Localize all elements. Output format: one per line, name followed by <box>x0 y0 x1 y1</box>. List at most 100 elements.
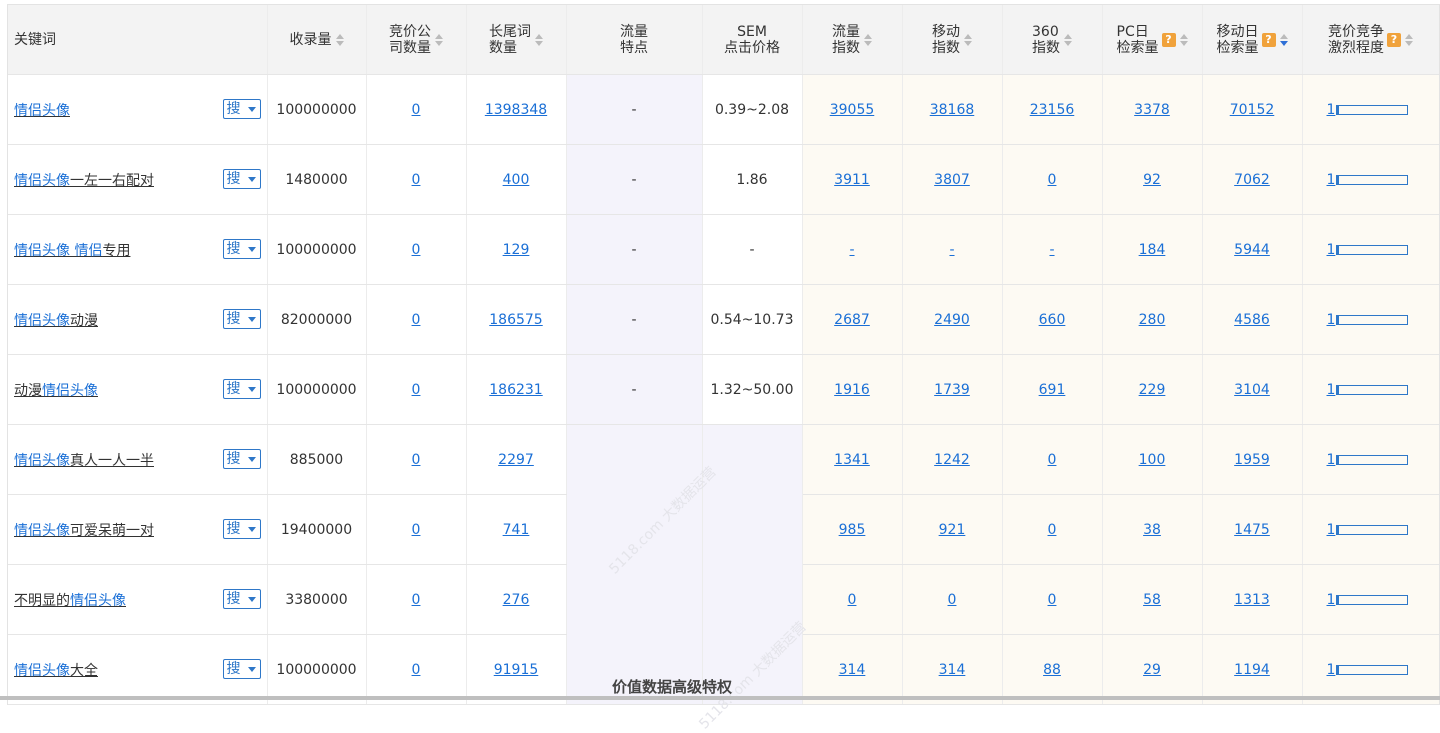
header-mobile-daily[interactable]: 移动日 检索量? <box>1202 5 1303 75</box>
index-360-link[interactable]: 0 <box>1048 522 1057 538</box>
mobile-index-link[interactable]: 1242 <box>934 452 970 468</box>
longtail-link[interactable]: 91915 <box>494 662 539 678</box>
keyword-link[interactable]: 情侣头像 <box>14 103 70 119</box>
traffic-index-link[interactable]: - <box>849 242 854 258</box>
pc-daily-link[interactable]: 92 <box>1143 172 1161 188</box>
competition-link[interactable]: 1 <box>1327 172 1336 188</box>
sort-desc-icon[interactable] <box>1279 33 1288 47</box>
index-360-link[interactable]: 660 <box>1039 312 1066 328</box>
search-dropdown-button[interactable]: 搜 <box>222 379 261 399</box>
sort-icon[interactable] <box>535 33 543 47</box>
mobile-index-link[interactable]: 2490 <box>934 312 970 328</box>
competition-link[interactable]: 1 <box>1327 662 1336 678</box>
header-indexed[interactable]: 收录量 <box>267 5 367 75</box>
help-icon[interactable]: ? <box>1261 32 1276 47</box>
help-icon[interactable]: ? <box>1161 32 1176 47</box>
traffic-index-link[interactable]: 1341 <box>834 452 870 468</box>
keyword-link[interactable]: 情侣头像真人一人一半 <box>14 453 154 469</box>
bid-companies-link[interactable]: 0 <box>412 382 421 398</box>
pc-daily-link[interactable]: 184 <box>1139 242 1166 258</box>
mobile-index-link[interactable]: 921 <box>939 522 966 538</box>
mobile-daily-link[interactable]: 5944 <box>1234 242 1270 258</box>
competition-link[interactable]: 1 <box>1327 452 1336 468</box>
longtail-link[interactable]: 129 <box>503 242 530 258</box>
search-dropdown-button[interactable]: 搜 <box>222 659 261 679</box>
sort-icon[interactable] <box>1179 33 1188 47</box>
pc-daily-link[interactable]: 3378 <box>1134 102 1170 118</box>
search-dropdown-button[interactable]: 搜 <box>222 309 261 329</box>
premium-overlay-title[interactable]: 价值数据高级特权 <box>612 676 732 697</box>
header-mobile-index[interactable]: 移动 指数 <box>902 5 1003 75</box>
traffic-index-link[interactable]: 314 <box>839 662 866 678</box>
mobile-index-link[interactable]: 38168 <box>930 102 975 118</box>
competition-link[interactable]: 1 <box>1327 592 1336 608</box>
index-360-link[interactable]: 88 <box>1043 662 1061 678</box>
bid-companies-link[interactable]: 0 <box>412 592 421 608</box>
mobile-index-link[interactable]: 314 <box>939 662 966 678</box>
longtail-link[interactable]: 1398348 <box>485 102 547 118</box>
longtail-link[interactable]: 186575 <box>489 312 542 328</box>
search-dropdown-button[interactable]: 搜 <box>222 589 261 609</box>
search-dropdown-button[interactable]: 搜 <box>222 99 261 119</box>
header-competition[interactable]: 竞价竞争 激烈程度? <box>1302 5 1439 75</box>
mobile-daily-link[interactable]: 1313 <box>1234 592 1270 608</box>
competition-link[interactable]: 1 <box>1327 522 1336 538</box>
keyword-link[interactable]: 不明显的情侣头像 <box>14 593 126 609</box>
search-dropdown-button[interactable]: 搜 <box>222 519 261 539</box>
competition-link[interactable]: 1 <box>1327 312 1336 328</box>
header-longtail[interactable]: 长尾词 数量 <box>466 5 567 75</box>
bid-companies-link[interactable]: 0 <box>412 662 421 678</box>
bid-companies-link[interactable]: 0 <box>412 522 421 538</box>
pc-daily-link[interactable]: 38 <box>1143 522 1161 538</box>
mobile-daily-link[interactable]: 7062 <box>1234 172 1270 188</box>
keyword-link[interactable]: 情侣头像可爱呆萌一对 <box>14 523 154 539</box>
bid-companies-link[interactable]: 0 <box>412 172 421 188</box>
bid-companies-link[interactable]: 0 <box>412 312 421 328</box>
competition-link[interactable]: 1 <box>1327 242 1336 258</box>
mobile-daily-link[interactable]: 1959 <box>1234 452 1270 468</box>
header-pc-daily[interactable]: PC日 检索量? <box>1102 5 1203 75</box>
mobile-daily-link[interactable]: 3104 <box>1234 382 1270 398</box>
keyword-link[interactable]: 情侣头像动漫 <box>14 313 98 329</box>
pc-daily-link[interactable]: 229 <box>1139 382 1166 398</box>
traffic-index-link[interactable]: 1916 <box>834 382 870 398</box>
traffic-index-link[interactable]: 2687 <box>834 312 870 328</box>
bid-companies-link[interactable]: 0 <box>412 452 421 468</box>
bid-companies-link[interactable]: 0 <box>412 102 421 118</box>
mobile-index-link[interactable]: 0 <box>948 592 957 608</box>
keyword-link[interactable]: 情侣头像 情侣专用 <box>14 243 130 259</box>
pc-daily-link[interactable]: 100 <box>1139 452 1166 468</box>
pc-daily-link[interactable]: 29 <box>1143 662 1161 678</box>
keyword-link[interactable]: 情侣头像一左一右配对 <box>14 173 154 189</box>
sort-icon[interactable] <box>1064 33 1072 47</box>
header-traffic-index[interactable]: 流量 指数 <box>802 5 903 75</box>
traffic-index-link[interactable]: 985 <box>839 522 866 538</box>
competition-link[interactable]: 1 <box>1327 382 1336 398</box>
index-360-link[interactable]: 0 <box>1048 452 1057 468</box>
help-icon[interactable]: ? <box>1387 32 1401 47</box>
keyword-link[interactable]: 动漫情侣头像 <box>14 383 98 399</box>
pc-daily-link[interactable]: 58 <box>1143 592 1161 608</box>
traffic-index-link[interactable]: 39055 <box>830 102 875 118</box>
mobile-daily-link[interactable]: 1194 <box>1234 662 1270 678</box>
mobile-index-link[interactable]: - <box>949 242 954 258</box>
search-dropdown-button[interactable]: 搜 <box>222 169 261 189</box>
sort-icon[interactable] <box>1405 33 1413 47</box>
search-dropdown-button[interactable]: 搜 <box>222 449 261 469</box>
competition-link[interactable]: 1 <box>1327 102 1336 118</box>
sort-icon[interactable] <box>335 33 344 47</box>
bid-companies-link[interactable]: 0 <box>412 242 421 258</box>
index-360-link[interactable]: 691 <box>1039 382 1066 398</box>
sort-icon[interactable] <box>864 33 872 47</box>
sort-icon[interactable] <box>435 33 443 47</box>
index-360-link[interactable]: 23156 <box>1030 102 1075 118</box>
mobile-index-link[interactable]: 1739 <box>934 382 970 398</box>
longtail-link[interactable]: 741 <box>503 522 530 538</box>
mobile-daily-link[interactable]: 4586 <box>1234 312 1270 328</box>
index-360-link[interactable]: 0 <box>1048 592 1057 608</box>
longtail-link[interactable]: 276 <box>503 592 530 608</box>
mobile-daily-link[interactable]: 1475 <box>1234 522 1270 538</box>
header-bid-companies[interactable]: 竞价公 司数量 <box>366 5 467 75</box>
index-360-link[interactable]: 0 <box>1048 172 1057 188</box>
search-dropdown-button[interactable]: 搜 <box>222 239 261 259</box>
